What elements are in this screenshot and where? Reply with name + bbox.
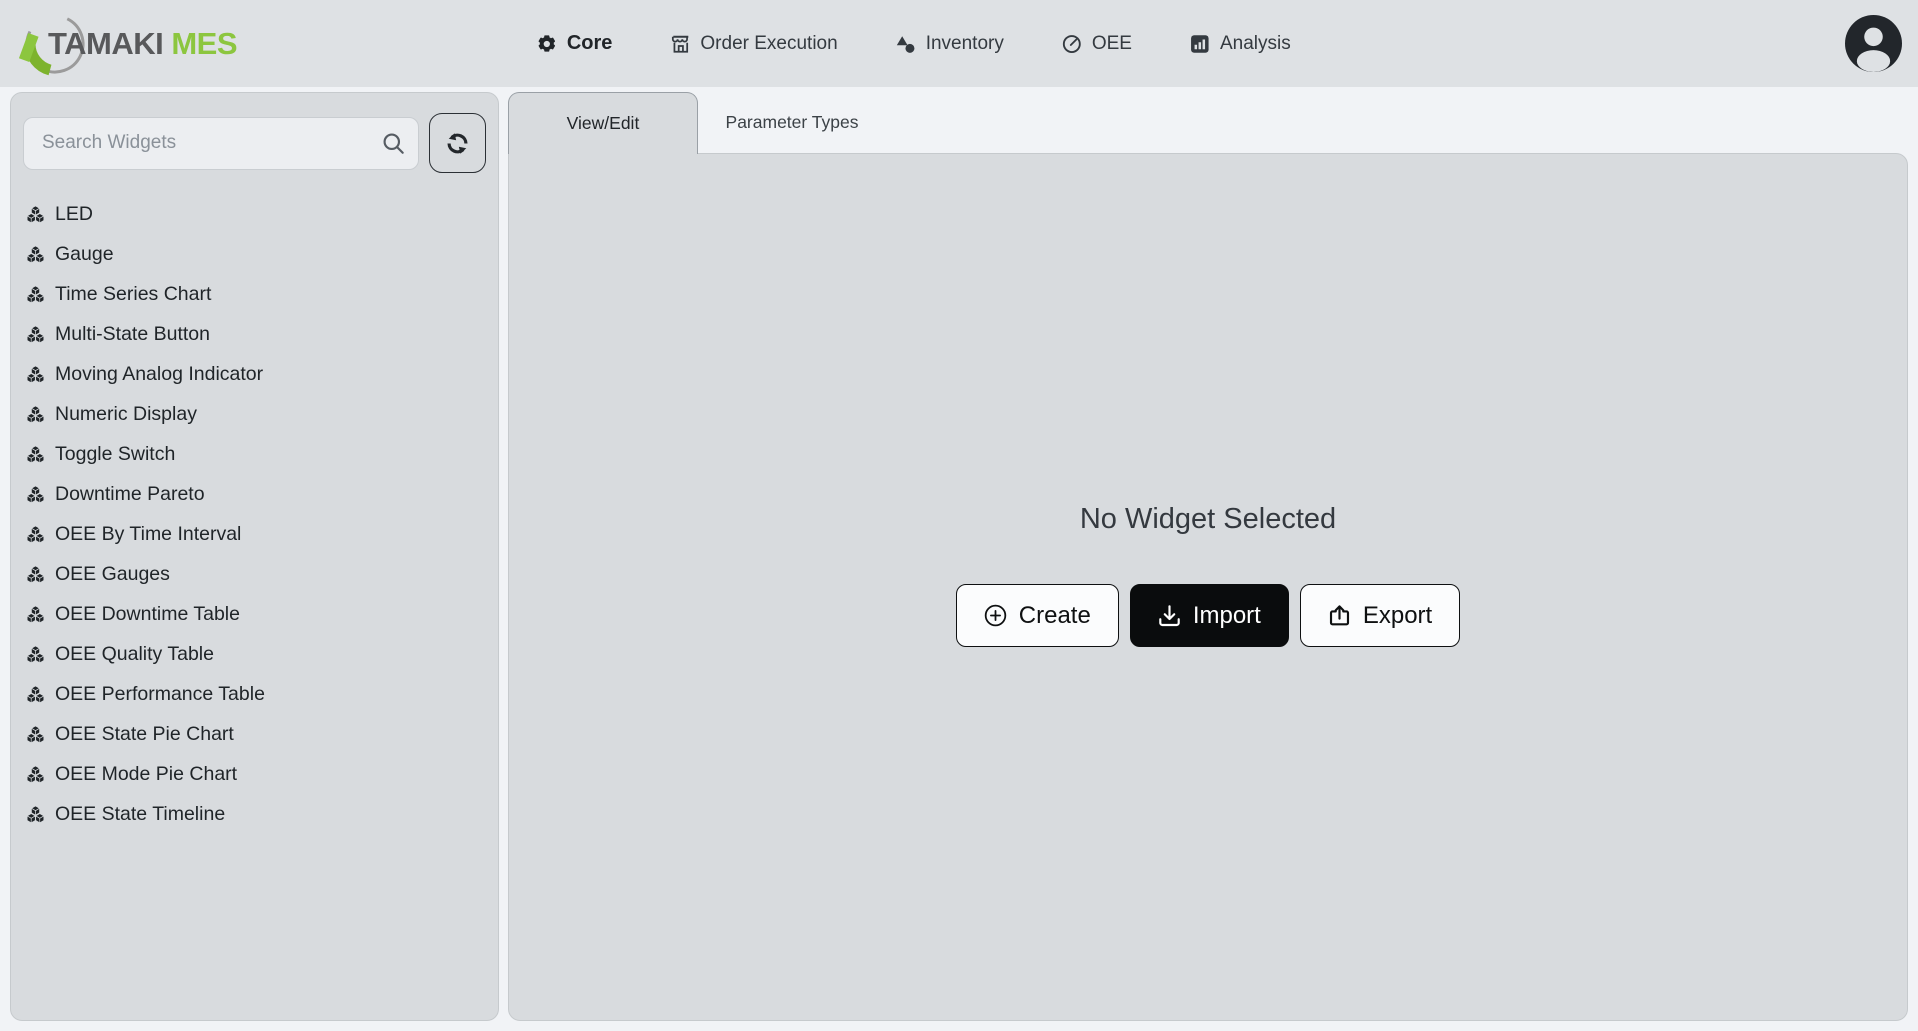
refresh-icon [444,130,471,157]
widget-list-item[interactable]: Gauge [23,234,486,274]
empty-state-title: No Widget Selected [1080,503,1336,536]
widget-list-item[interactable]: OEE Mode Pie Chart [23,754,486,794]
storefront-icon [670,34,690,54]
create-button[interactable]: Create [956,584,1119,647]
nav-item-analysis[interactable]: Analysis [1190,33,1291,55]
boxes-icon [26,405,45,424]
gear-icon [537,34,557,54]
sidebar-search-row [23,113,486,173]
bar-chart-icon [1190,34,1210,54]
empty-state: No Widget Selected Create [956,503,1460,647]
brand-name-primary: TAMAKI [48,26,163,61]
nav-label: Core [567,32,613,55]
view-edit-panel: No Widget Selected Create [508,153,1908,1021]
shapes-icon [896,34,916,54]
nav-item-oee[interactable]: OEE [1062,33,1132,55]
widget-item-label: OEE Mode Pie Chart [55,763,237,786]
widget-list-item[interactable]: OEE Quality Table [23,634,486,674]
widget-item-label: OEE Downtime Table [55,603,240,626]
widget-list-item[interactable]: OEE State Pie Chart [23,714,486,754]
widget-item-label: Downtime Pareto [55,483,205,506]
widget-item-label: Toggle Switch [55,443,175,466]
nav-label: Inventory [926,33,1004,55]
widget-item-label: Multi-State Button [55,323,210,346]
speedometer-icon [1062,34,1082,54]
tab-parameter-types[interactable]: Parameter Types [698,92,886,153]
nav-label: Order Execution [700,33,837,55]
boxes-icon [26,765,45,784]
box-arrow-up-icon [1328,604,1351,627]
widget-item-label: Numeric Display [55,403,197,426]
refresh-button[interactable] [429,113,486,173]
boxes-icon [26,445,45,464]
boxes-icon [26,245,45,264]
top-navigation: Core Order Execution [537,0,1291,87]
widget-list-item[interactable]: OEE State Timeline [23,794,486,834]
widget-list-item[interactable]: OEE Gauges [23,554,486,594]
create-button-label: Create [1019,602,1091,630]
widget-item-label: OEE Performance Table [55,683,265,706]
widget-list-item[interactable]: Time Series Chart [23,274,486,314]
widget-item-label: OEE Gauges [55,563,170,586]
boxes-icon [26,565,45,584]
widget-list-item[interactable]: Toggle Switch [23,434,486,474]
widget-item-label: OEE State Timeline [55,803,225,826]
boxes-icon [26,325,45,344]
widget-list-item[interactable]: Moving Analog Indicator [23,354,486,394]
boxes-icon [26,285,45,304]
tab-bar: View/Edit Parameter Types [508,92,1908,153]
boxes-icon [26,725,45,744]
main-content: View/Edit Parameter Types No Widget Sele… [508,92,1908,1021]
user-avatar-icon[interactable] [1845,15,1902,72]
widget-list-item[interactable]: LED [23,194,486,234]
widget-list-item[interactable]: Downtime Pareto [23,474,486,514]
boxes-icon [26,485,45,504]
brand-logo[interactable]: TAMAKI MES [16,4,237,84]
app-root: TAMAKI MES Core [0,0,1918,1031]
widget-item-label: OEE Quality Table [55,643,214,666]
plus-circle-icon [984,604,1007,627]
widget-item-label: Gauge [55,243,114,266]
download-icon [1158,604,1181,627]
boxes-icon [26,205,45,224]
widget-list-item[interactable]: OEE By Time Interval [23,514,486,554]
header: TAMAKI MES Core [0,0,1918,87]
widget-list-item[interactable]: OEE Downtime Table [23,594,486,634]
boxes-icon [26,365,45,384]
widget-list-item[interactable]: Numeric Display [23,394,486,434]
widget-list-item[interactable]: OEE Performance Table [23,674,486,714]
widget-item-label: LED [55,203,93,226]
action-button-row: Create Import [956,584,1460,647]
boxes-icon [26,525,45,544]
boxes-icon [26,645,45,664]
nav-item-inventory[interactable]: Inventory [896,33,1004,55]
widget-list-item[interactable]: Multi-State Button [23,314,486,354]
nav-label: OEE [1092,33,1132,55]
export-button[interactable]: Export [1300,584,1460,647]
boxes-icon [26,805,45,824]
widget-item-label: OEE State Pie Chart [55,723,234,746]
nav-item-order-execution[interactable]: Order Execution [670,33,837,55]
widget-item-label: Time Series Chart [55,283,211,306]
export-button-label: Export [1363,602,1432,630]
widget-item-label: Moving Analog Indicator [55,363,263,386]
tab-view-edit[interactable]: View/Edit [508,92,698,154]
widget-sidebar: LED Gauge [10,92,499,1021]
nav-label: Analysis [1220,33,1291,55]
nav-item-core[interactable]: Core [537,32,613,55]
search-input[interactable] [23,117,419,170]
brand-name-secondary: MES [171,26,237,61]
widget-item-label: OEE By Time Interval [55,523,241,546]
brand-logo-text: TAMAKI MES [48,26,237,62]
boxes-icon [26,685,45,704]
import-button[interactable]: Import [1130,584,1289,647]
search-box [23,117,419,170]
widget-list: LED Gauge [23,194,486,834]
boxes-icon [26,605,45,624]
import-button-label: Import [1193,602,1261,630]
